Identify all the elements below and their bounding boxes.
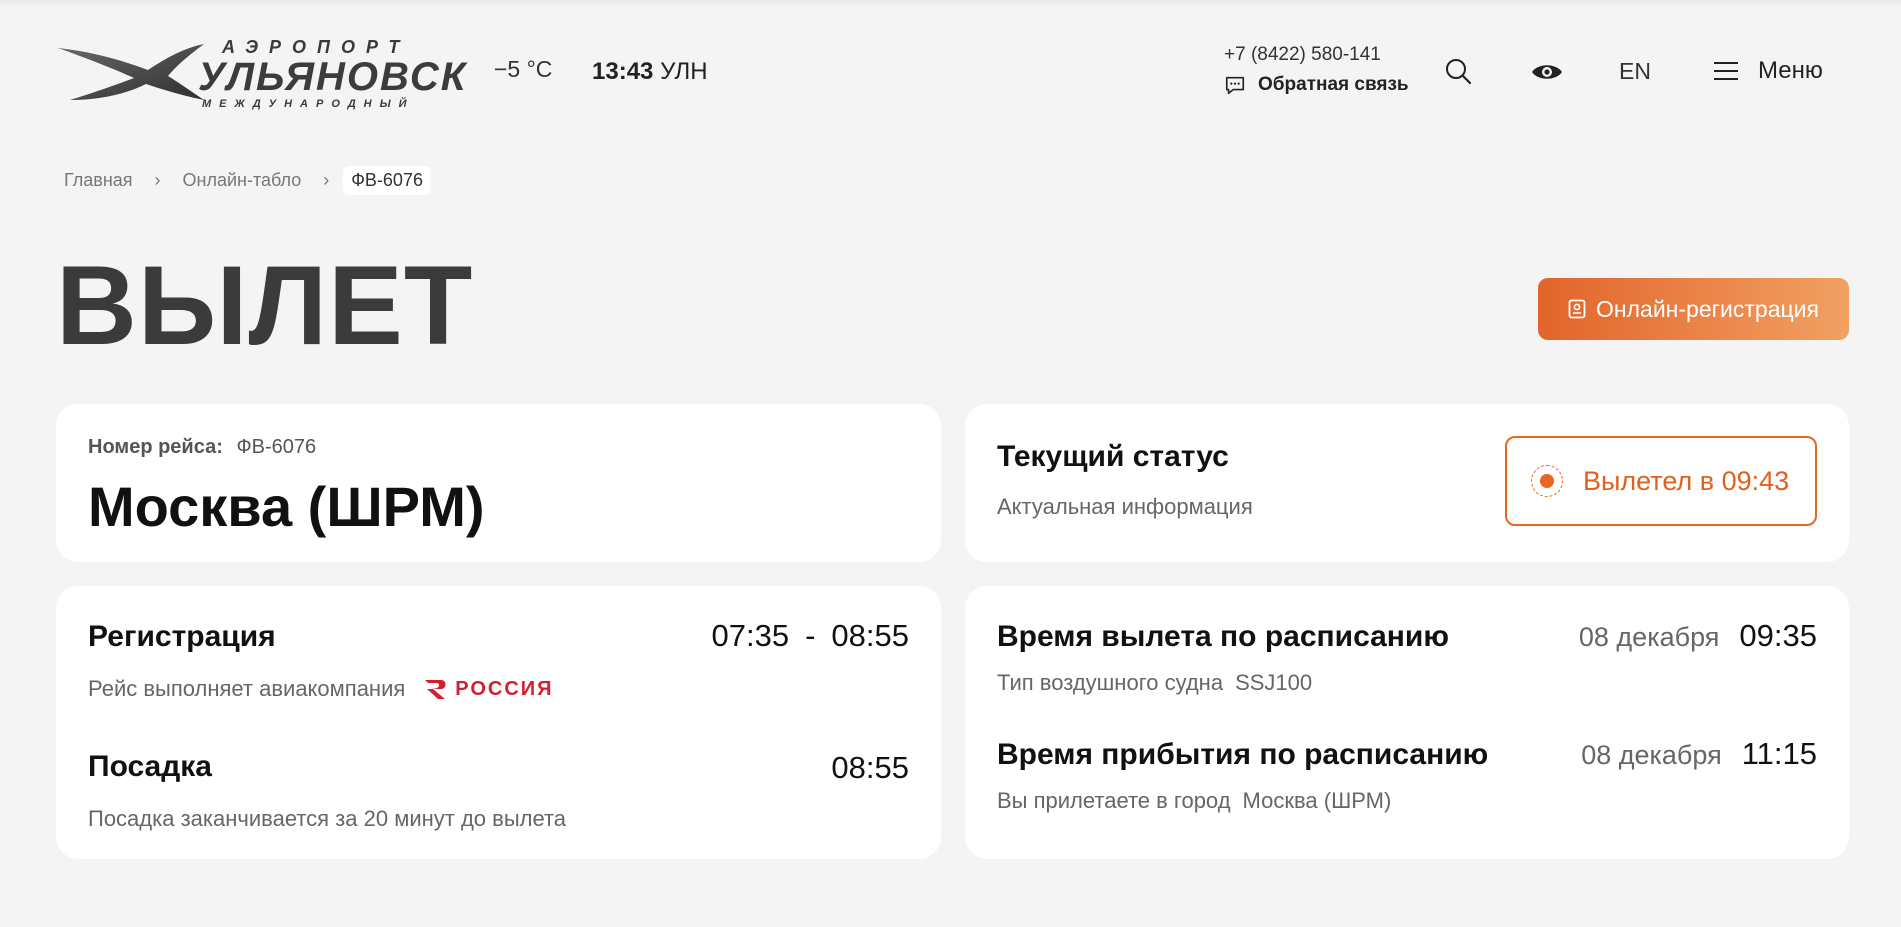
boarding-time: 08:55 [831,750,909,785]
breadcrumb-home[interactable]: Главная [56,167,141,194]
breadcrumb-current: ФВ-6076 [343,166,431,195]
chat-icon [1225,76,1245,95]
phone-link[interactable]: +7 (8422) 580-141 [1224,44,1409,66]
arrival-time: 11:15 [1741,736,1817,771]
flight-number-value: ФВ-6076 [236,436,317,458]
flight-card: Номер рейса: ФВ-6076 Москва (ШРМ) [56,404,941,562]
airline-label: Рейс выполняет авиакомпания [88,676,406,701]
arrival-city-label: Вы прилетаете в город [997,788,1231,813]
online-checkin-label: Онлайн-регистрация [1596,295,1819,322]
status-badge: Вылетел в 09:43 [1505,436,1817,526]
chevron-right-icon: › [323,170,330,190]
registration-end: 08:55 [831,618,909,653]
registration-boarding-card: Регистрация 07:35-08:55 Рейс выполняет а… [56,586,941,859]
registration-time: 07:35-08:55 [712,618,909,654]
status-dot-icon [1531,465,1563,497]
plane-logo-icon [58,44,204,100]
airport-logo[interactable]: АЭРОПОРТ УЛЬЯНОВСК МЕЖДУНАРОДНЫЙ [56,38,465,110]
airline-name: РОССИЯ [455,677,554,700]
breadcrumb-online-board[interactable]: Онлайн-табло [175,167,310,194]
departure-time: 09:35 [1739,618,1817,653]
status-card: Текущий статус Актуальная информация Выл… [965,404,1849,562]
page-title: ВЫЛЕТ [56,243,474,368]
status-badge-text: Вылетел в 09:43 [1583,465,1790,496]
search-button[interactable] [1443,56,1473,86]
menu-button[interactable]: Меню [1714,57,1823,85]
timezone-label: УЛН [660,58,708,85]
status-title: Текущий статус [997,440,1229,473]
boarding-title: Посадка [88,750,212,783]
aircraft-type: SSJ100 [1235,670,1313,695]
schedule-card: Время вылета по расписанию 08 декабря 09:… [965,586,1849,859]
feedback-link[interactable]: Обратная связь [1224,74,1409,96]
menu-label: Меню [1758,57,1823,84]
accessibility-button[interactable] [1530,57,1564,87]
boarding-note: Посадка заканчивается за 20 минут до выл… [88,806,567,831]
site-header: АЭРОПОРТ УЛЬЯНОВСК МЕЖДУНАРОДНЫЙ −5 °C 1… [0,0,1901,130]
departure-title: Время вылета по расписанию [997,620,1449,653]
rossiya-logo-icon [425,680,446,699]
aircraft-info: Тип воздушного судна SSJ100 [997,670,1312,696]
menu-icon [1714,62,1738,80]
registration-start: 07:35 [711,618,790,653]
status-subtitle: Актуальная информация [997,494,1253,519]
logo-text: АЭРОПОРТ УЛЬЯНОВСК МЕЖДУНАРОДНЫЙ [198,38,467,110]
departure-datetime: 08 декабря 09:35 [1579,618,1817,654]
logo-line-airport: АЭРОПОРТ [222,37,411,57]
flight-number: Номер рейса: ФВ-6076 [88,436,316,459]
online-checkin-button[interactable]: Онлайн-регистрация [1538,278,1849,340]
departure-date: 08 декабря [1578,622,1720,652]
local-time: 13:43 УЛН [592,58,708,86]
weather-temperature: −5 °C [494,56,553,82]
aircraft-label: Тип воздушного судна [997,670,1224,695]
language-switch[interactable]: EN [1619,58,1651,85]
feedback-label: Обратная связь [1258,74,1409,95]
arrival-datetime: 08 декабря 11:15 [1581,736,1817,772]
registration-title: Регистрация [88,620,276,653]
contacts: +7 (8422) 580-141 Обратная связь [1224,44,1409,96]
destination: Москва (ШРМ) [88,475,485,538]
time-value: 13:43 [592,58,654,85]
arrival-city-info: Вы прилетаете в город Москва (ШРМ) [997,788,1391,814]
search-icon [1446,59,1472,85]
flight-number-label: Номер рейса: [88,436,223,458]
airline-logo: РОССИЯ [423,678,553,701]
logo-line-city: УЛЬЯНОВСК [198,55,468,99]
arrival-title: Время прибытия по расписанию [997,738,1489,771]
chevron-right-icon: › [154,170,161,190]
registration-separator: - [805,618,816,653]
breadcrumb: Главная › Онлайн-табло › ФВ-6076 [56,166,431,195]
arrival-date: 08 декабря [1581,740,1722,770]
checkin-icon [1568,299,1586,319]
logo-line-international: МЕЖДУНАРОДНЫЙ [202,98,415,110]
eye-icon [1532,65,1562,79]
airline-info: Рейс выполняет авиакомпания РОССИЯ [88,676,554,702]
arrival-city: Москва (ШРМ) [1242,788,1392,813]
